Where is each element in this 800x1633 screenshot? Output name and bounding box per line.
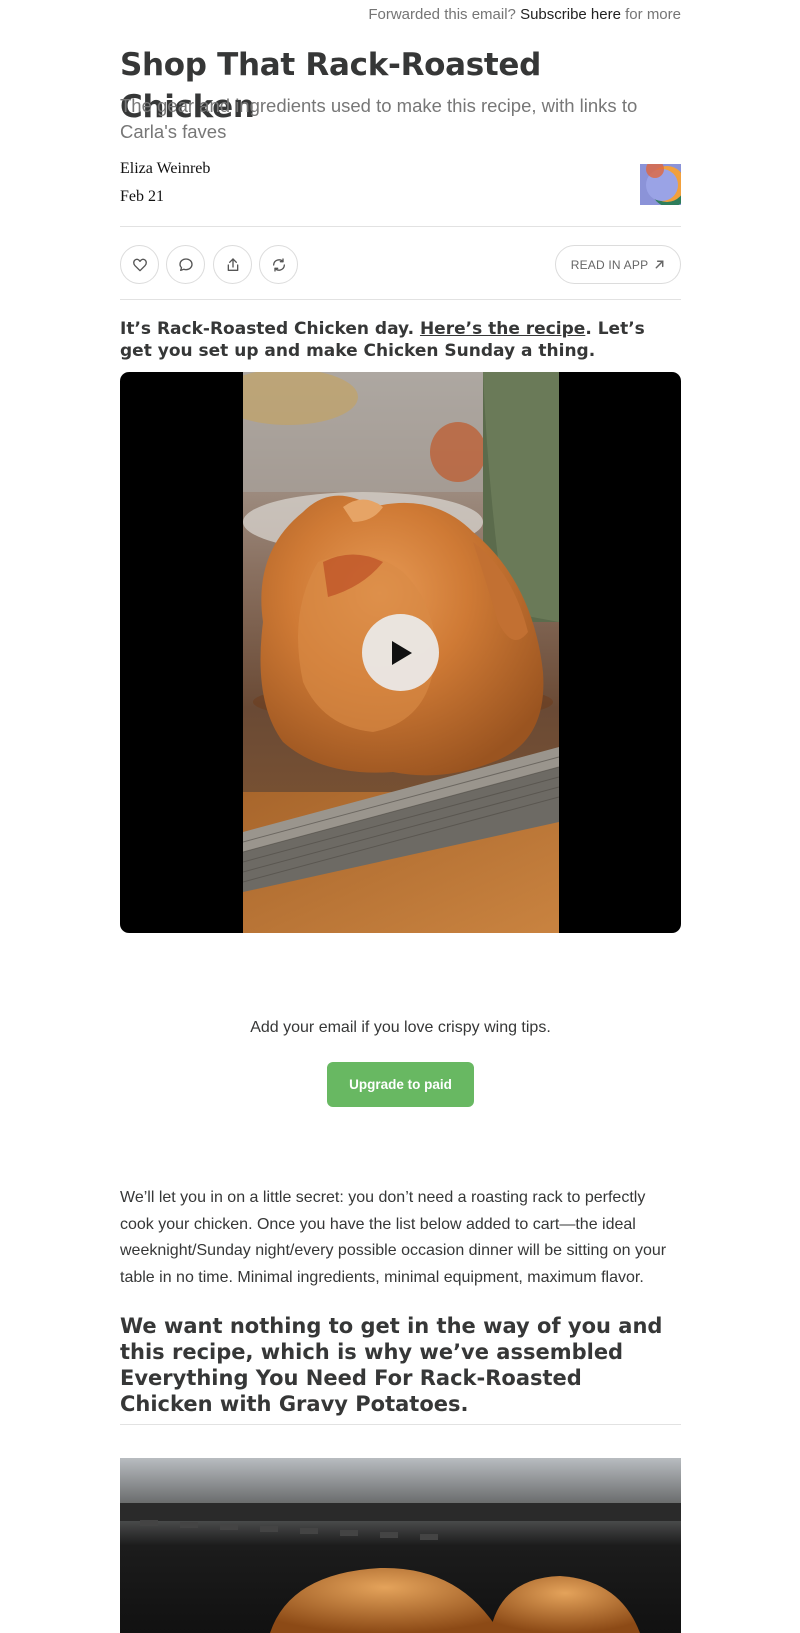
intro-paragraph: It’s Rack-Roasted Chicken day. Here’s th… bbox=[120, 318, 681, 362]
forwarded-suffix: for more bbox=[625, 6, 681, 23]
post-date: Feb 21 bbox=[120, 188, 164, 205]
divider bbox=[120, 299, 681, 300]
share-button[interactable] bbox=[213, 245, 252, 284]
section-heading: We want nothing to get in the way of you… bbox=[120, 1314, 663, 1416]
divider bbox=[120, 1424, 681, 1425]
intro-lead: It’s Rack-Roasted Chicken day. bbox=[120, 319, 415, 339]
author-name[interactable]: Eliza Weinreb bbox=[120, 160, 681, 178]
restack-icon bbox=[272, 257, 285, 272]
post-subtitle: The gear and ingredients used to make th… bbox=[120, 95, 638, 142]
video-player[interactable] bbox=[120, 372, 681, 933]
like-button[interactable] bbox=[120, 245, 159, 284]
play-button[interactable] bbox=[362, 614, 439, 691]
body-paragraph: We’ll let you in on a little secret: you… bbox=[120, 1189, 667, 1286]
comment-button[interactable] bbox=[166, 245, 205, 284]
share-icon bbox=[227, 257, 238, 271]
arrow-up-right-icon bbox=[655, 260, 664, 269]
publication-logo[interactable] bbox=[640, 164, 681, 205]
divider bbox=[120, 226, 681, 227]
forwarded-prefix: Forwarded this email? bbox=[368, 6, 516, 23]
subscribe-prompt: Add your email if you love crispy wing t… bbox=[250, 1019, 551, 1036]
recipe-link[interactable]: Here’s the recipe bbox=[420, 319, 585, 339]
subscribe-link[interactable]: Subscribe here bbox=[520, 6, 621, 23]
read-in-app-button[interactable]: READ IN APP bbox=[555, 245, 681, 284]
restack-button[interactable] bbox=[259, 245, 298, 284]
forwarded-notice: Forwarded this email? Subscribe here for… bbox=[368, 6, 681, 23]
read-in-app-label: READ IN APP bbox=[570, 257, 649, 272]
upgrade-button[interactable]: Upgrade to paid bbox=[327, 1062, 474, 1107]
play-icon bbox=[391, 640, 412, 665]
comment-icon bbox=[178, 257, 193, 271]
chicken-grill-image bbox=[120, 1458, 681, 1633]
heart-icon bbox=[132, 258, 147, 271]
